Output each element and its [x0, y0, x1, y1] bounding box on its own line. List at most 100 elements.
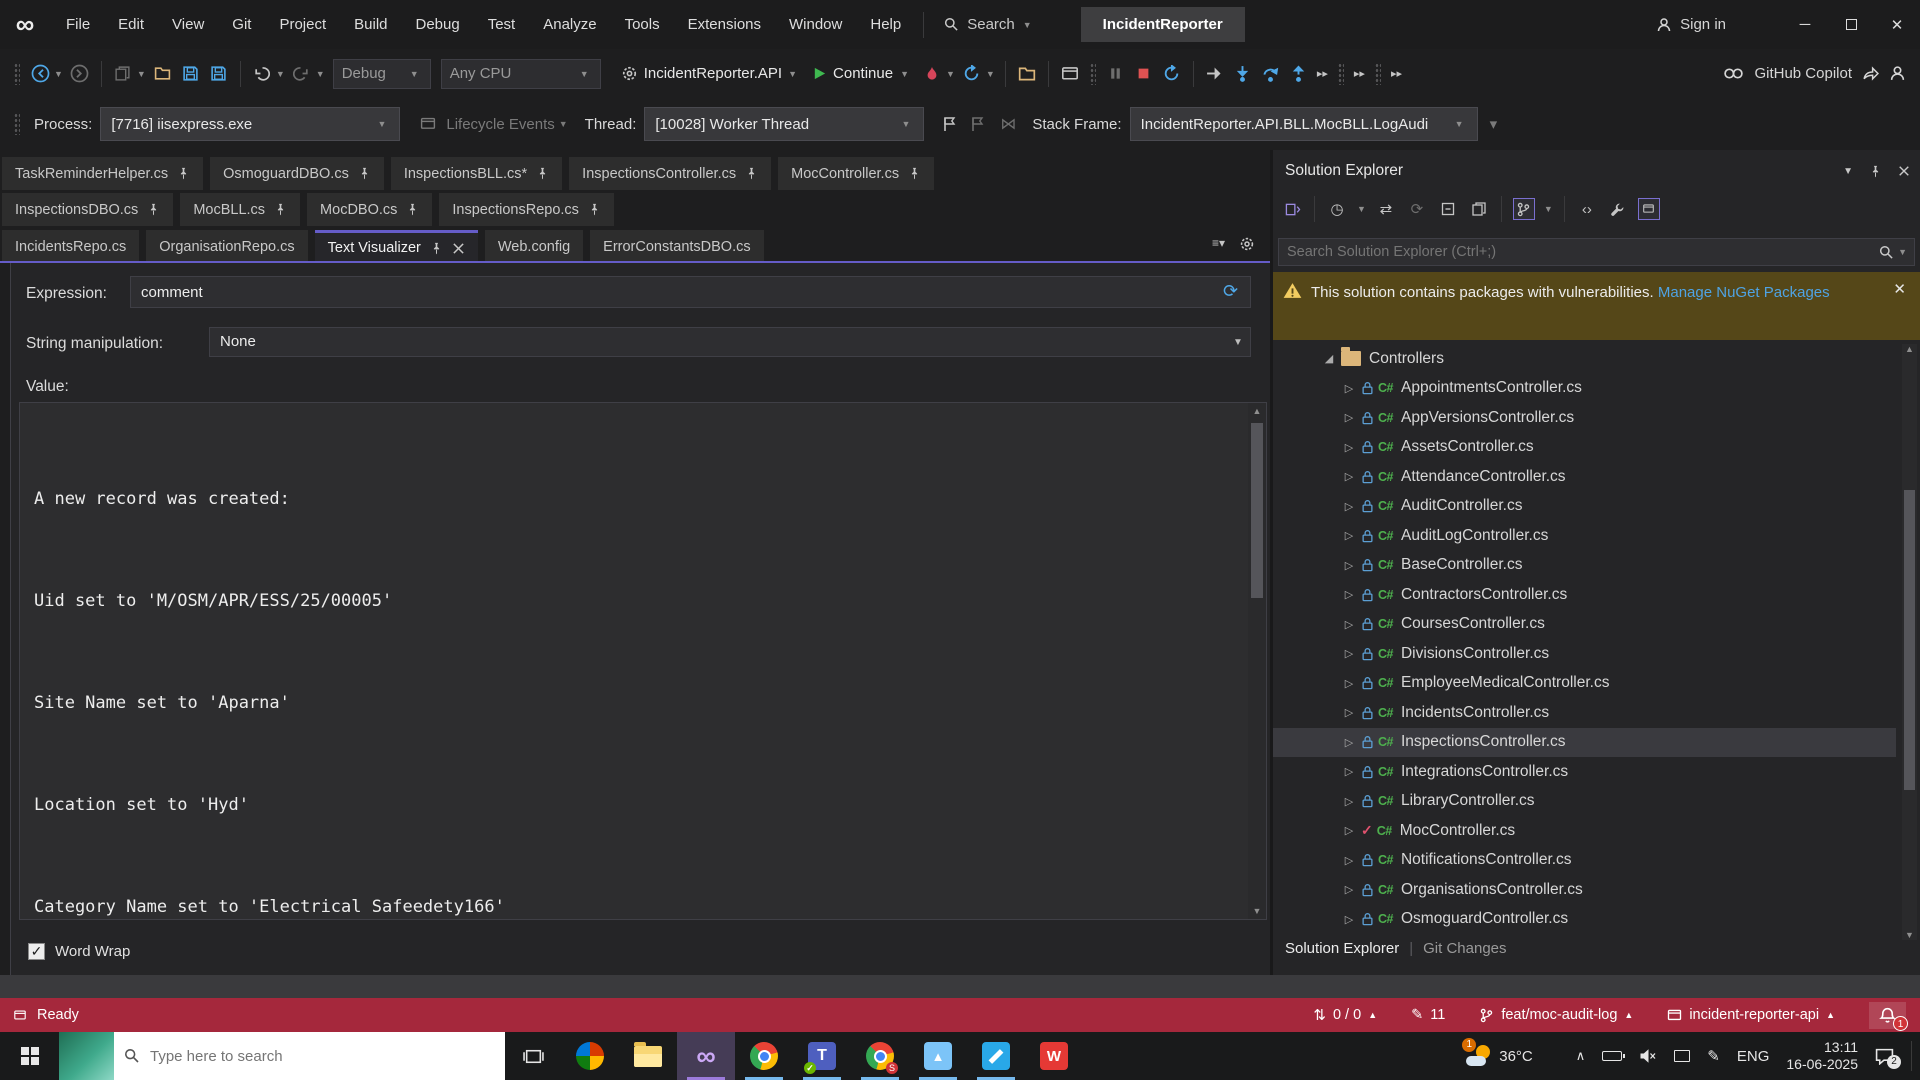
navigate-back-button[interactable]	[28, 62, 52, 86]
pin-icon[interactable]	[1869, 165, 1882, 178]
hidden-icons-chevron[interactable]: ∧	[1576, 1048, 1586, 1064]
scroll-down-icon[interactable]: ▼	[1902, 930, 1917, 940]
value-text-area[interactable]: A new record was created: Uid set to 'M/…	[19, 402, 1267, 920]
pin-icon[interactable]	[908, 167, 921, 180]
chevron-down-icon[interactable]: ▼	[986, 69, 995, 79]
taskbar-app-visual-studio[interactable]: ∞	[677, 1032, 735, 1080]
pending-edits[interactable]: ✎ 11	[1411, 1007, 1445, 1023]
menu-item[interactable]: Help	[858, 11, 913, 38]
taskbar-app-vscode[interactable]	[967, 1032, 1025, 1080]
show-desktop-divider[interactable]	[1911, 1041, 1912, 1071]
pin-icon[interactable]	[274, 203, 287, 216]
task-view-button[interactable]	[505, 1032, 561, 1080]
toolbar-grip[interactable]	[1338, 63, 1344, 85]
scrollbar-thumb[interactable]	[1251, 423, 1263, 598]
pin-icon[interactable]	[588, 203, 601, 216]
language-indicator[interactable]: ENG	[1737, 1048, 1770, 1065]
toolbar-grip[interactable]	[14, 63, 20, 85]
taskbar-search-input[interactable]	[150, 1048, 450, 1065]
collapsed-arrow-icon[interactable]: ▷	[1342, 529, 1356, 542]
configuration-dropdown[interactable]: Debug▼	[333, 59, 431, 89]
toolbar-grip[interactable]	[1375, 63, 1381, 85]
scroll-up-icon[interactable]: ▲	[1902, 344, 1917, 354]
menu-item[interactable]: Analyze	[531, 11, 608, 38]
word-wrap-checkbox[interactable]: ✓	[28, 943, 45, 960]
navigate-forward-button[interactable]	[68, 62, 92, 86]
flag-icon[interactable]	[938, 112, 962, 136]
string-manipulation-dropdown[interactable]: None	[209, 327, 1251, 357]
taskbar-app-file-explorer[interactable]	[619, 1032, 677, 1080]
weather-widget[interactable]: 1 36°C	[1466, 1043, 1533, 1069]
show-next-statement-button[interactable]	[1203, 62, 1227, 86]
folder-row-controllers[interactable]: ◢ Controllers	[1273, 344, 1896, 374]
lifecycle-events-dropdown[interactable]: Lifecycle Events	[446, 116, 554, 133]
tree-file-row[interactable]: ▷ C# LibraryController.cs	[1273, 787, 1896, 817]
taskbar-app-chrome-profile[interactable]: S	[851, 1032, 909, 1080]
share-feedback-icon[interactable]	[1862, 65, 1879, 82]
chevron-down-icon[interactable]: ▼	[1544, 204, 1553, 214]
github-copilot-label[interactable]: GitHub Copilot	[1754, 65, 1852, 82]
continue-button[interactable]	[807, 62, 831, 86]
chevron-down-icon[interactable]: ▼	[1357, 204, 1366, 214]
editor-tab[interactable]: ErrorConstantsDBO.cs	[590, 230, 763, 263]
maximize-button[interactable]	[1828, 0, 1874, 49]
taskbar-app-photos[interactable]: ▲	[909, 1032, 967, 1080]
continue-label[interactable]: Continue	[833, 65, 893, 82]
menu-item[interactable]: Edit	[106, 11, 156, 38]
menu-item[interactable]: Test	[476, 11, 528, 38]
show-all-files-toggle[interactable]	[1513, 198, 1535, 220]
collapsed-arrow-icon[interactable]: ▷	[1342, 618, 1356, 631]
editor-tab[interactable]: Web.config	[485, 230, 583, 263]
collapsed-arrow-icon[interactable]: ▷	[1342, 677, 1356, 690]
pin-icon[interactable]	[406, 203, 419, 216]
tree-file-row[interactable]: ▷ C# IntegrationsController.cs	[1273, 757, 1896, 787]
flag-gray-icon[interactable]	[966, 112, 990, 136]
gear-icon[interactable]	[1239, 236, 1255, 252]
chevron-down-icon[interactable]: ▼	[559, 119, 568, 129]
solution-explorer-scrollbar[interactable]: ▲ ▼	[1902, 344, 1917, 940]
tree-file-row[interactable]: ▷ C# IncidentsController.cs	[1273, 698, 1896, 728]
error-counter[interactable]: ⇅ 0 / 0 ▲	[1313, 1006, 1377, 1024]
save-all-button[interactable]	[207, 62, 231, 86]
browse-with-button[interactable]	[1015, 62, 1039, 86]
taskbar-app-widgets[interactable]	[561, 1032, 619, 1080]
scrollbar-thumb[interactable]	[1904, 490, 1915, 790]
collapsed-arrow-icon[interactable]: ▷	[1342, 706, 1356, 719]
reevaluate-icon[interactable]: ⟳	[1223, 281, 1238, 302]
pin-icon[interactable]	[358, 167, 371, 180]
menu-item[interactable]: Git	[220, 11, 263, 38]
collapsed-arrow-icon[interactable]: ▷	[1342, 382, 1356, 395]
close-icon[interactable]	[452, 242, 465, 255]
tree-file-row[interactable]: ▷ C# AuditLogController.cs	[1273, 521, 1896, 551]
collapsed-arrow-icon[interactable]: ▷	[1342, 913, 1356, 926]
collapsed-arrow-icon[interactable]: ▷	[1342, 559, 1356, 572]
tree-file-row[interactable]: ▷ C# BaseController.cs	[1273, 551, 1896, 581]
collapsed-arrow-icon[interactable]: ▷	[1342, 854, 1356, 867]
tree-file-row[interactable]: ▷ C# ContractorsController.cs	[1273, 580, 1896, 610]
collapsed-arrow-icon[interactable]: ▷	[1342, 765, 1356, 778]
search-highlight-image[interactable]	[59, 1032, 114, 1080]
menu-item[interactable]: File	[54, 11, 102, 38]
solution-explorer-search[interactable]: ▼	[1278, 238, 1915, 266]
tree-file-row[interactable]: ▷ C# CoursesController.cs	[1273, 610, 1896, 640]
menu-item[interactable]: Debug	[404, 11, 472, 38]
new-project-button[interactable]	[111, 62, 135, 86]
thread-dropdown[interactable]: [10028] Worker Thread▼	[644, 107, 924, 141]
step-into-button[interactable]	[1231, 62, 1255, 86]
switch-views-icon[interactable]	[1281, 198, 1303, 220]
word-wrap-option[interactable]: ✓ Word Wrap	[28, 943, 130, 960]
editor-tab[interactable]: InspectionsBLL.cs*	[391, 157, 562, 190]
tree-file-row[interactable]: ▷ C# OrganisationsController.cs	[1273, 875, 1896, 905]
close-icon[interactable]: ✕	[1893, 280, 1906, 298]
collapsed-arrow-icon[interactable]: ▷	[1342, 647, 1356, 660]
current-branch[interactable]: feat/moc-audit-log ▲	[1479, 1007, 1633, 1023]
chevron-down-icon[interactable]: ▼	[316, 69, 325, 79]
collapse-all-icon[interactable]	[1437, 198, 1459, 220]
tree-file-row[interactable]: ▷ C# AuditController.cs	[1273, 492, 1896, 522]
restart-application-button[interactable]	[960, 62, 984, 86]
collapsed-arrow-icon[interactable]: ▷	[1342, 470, 1356, 483]
toolbar-grip[interactable]	[1090, 63, 1096, 85]
active-files-dropdown-icon[interactable]: ≡▾	[1212, 236, 1225, 252]
properties-icon[interactable]	[1468, 198, 1490, 220]
toolbar-grip[interactable]	[14, 113, 20, 135]
